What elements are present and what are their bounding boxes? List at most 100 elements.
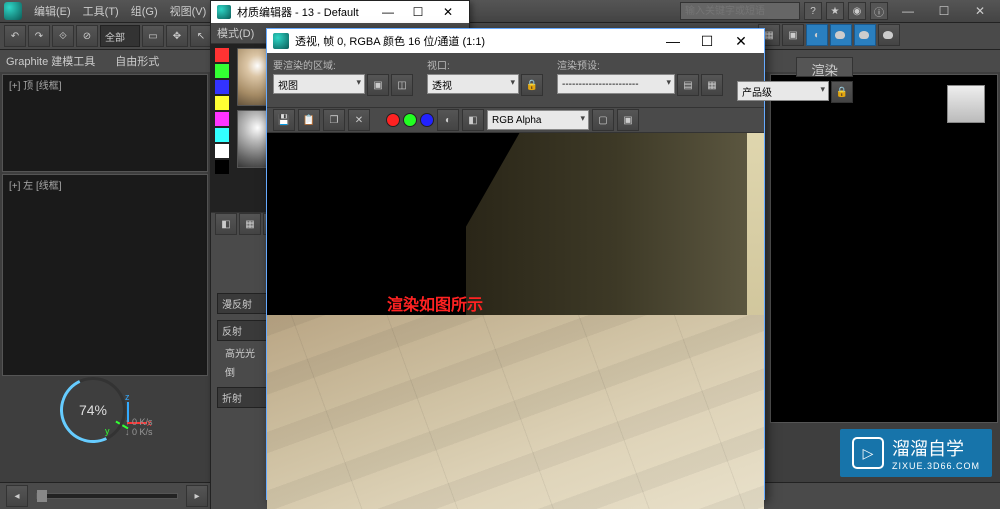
window-maximize[interactable]: ☐ bbox=[928, 2, 960, 20]
ribbon-tab-graphite[interactable]: Graphite 建模工具 bbox=[6, 53, 95, 69]
alpha-icon[interactable]: ◐ bbox=[437, 109, 459, 131]
menu-view[interactable]: 视图(V) bbox=[164, 3, 213, 19]
ribbon-tab-freeform[interactable]: 自由形式 bbox=[115, 53, 159, 69]
window-minimize[interactable]: — bbox=[892, 2, 924, 20]
preset-dropdown[interactable]: ----------------------- bbox=[557, 74, 675, 94]
viewport-top-label: [+] 顶 [线框] bbox=[9, 77, 62, 92]
channel-green-icon[interactable] bbox=[403, 113, 417, 127]
mat-close[interactable]: ✕ bbox=[433, 5, 463, 19]
filter-dropdown[interactable]: 全部 bbox=[100, 25, 140, 47]
menu-group[interactable]: 组(G) bbox=[125, 3, 164, 19]
render-frame-icon[interactable]: ▣ bbox=[782, 24, 804, 46]
menu-edit[interactable]: 编辑(E) bbox=[28, 3, 77, 19]
swatch-magenta[interactable] bbox=[215, 112, 229, 126]
viewport-front-label: [+] 左 [线框] bbox=[9, 177, 62, 192]
render-wall bbox=[466, 133, 764, 342]
swatch-blue[interactable] bbox=[215, 80, 229, 94]
toggle-a-icon[interactable]: ▢ bbox=[592, 109, 614, 131]
swatch-cyan[interactable] bbox=[215, 128, 229, 142]
clone-icon[interactable]: ❐ bbox=[323, 109, 345, 131]
window-close[interactable]: ✕ bbox=[964, 2, 996, 20]
mat-tool1-icon[interactable]: ◧ bbox=[215, 213, 237, 235]
color-swatches bbox=[215, 48, 233, 208]
area-label: 要渲染的区域: bbox=[273, 57, 413, 72]
material-editor-icon[interactable]: ◐ bbox=[806, 24, 828, 46]
swatch-white[interactable] bbox=[215, 144, 229, 158]
swatch-red[interactable] bbox=[215, 48, 229, 62]
render-settings-panel: 要渲染的区域: 视图 ▣ ◫ 视口: 透视 🔒 渲染预设: ----------… bbox=[267, 53, 764, 108]
rate-down: ↓ 0 K/s bbox=[125, 427, 153, 437]
lock2-icon[interactable]: 🔒 bbox=[831, 81, 853, 103]
teapot2-icon[interactable] bbox=[854, 24, 876, 46]
mat-minimize[interactable]: — bbox=[373, 5, 403, 19]
teapot3-icon[interactable] bbox=[878, 24, 900, 46]
star-icon[interactable]: ★ bbox=[826, 2, 844, 20]
swatch-black[interactable] bbox=[215, 160, 229, 174]
viewport-front[interactable]: [+] 左 [线框] z x y bbox=[2, 174, 208, 376]
render-close[interactable]: ✕ bbox=[724, 33, 758, 50]
watermark-brand: 溜溜自学 bbox=[892, 439, 964, 459]
preset-env-icon[interactable]: ▦ bbox=[701, 74, 723, 96]
progress-value: 74% bbox=[63, 380, 123, 440]
swatch-green[interactable] bbox=[215, 64, 229, 78]
globe-icon[interactable]: ◉ bbox=[848, 2, 866, 20]
render-title: 透视, 帧 0, RGBA 颜色 16 位/通道 (1:1) bbox=[295, 33, 485, 49]
move-icon[interactable]: ✥ bbox=[166, 25, 188, 47]
unlink-icon[interactable]: ⊘ bbox=[76, 25, 98, 47]
download-progress: 74% bbox=[60, 377, 126, 443]
watermark: ▷ 溜溜自学 ZIXUE.3D66.COM bbox=[840, 429, 992, 477]
preset-label: 渲染预设: bbox=[557, 57, 723, 72]
lock-icon[interactable]: 🔒 bbox=[521, 74, 543, 96]
copy-image-icon[interactable]: 📋 bbox=[298, 109, 320, 131]
render-minimize[interactable]: — bbox=[656, 33, 690, 49]
render-window: 透视, 帧 0, RGBA 颜色 16 位/通道 (1:1) — ☐ ✕ 要渲染… bbox=[266, 28, 765, 500]
viewport-perspective[interactable] bbox=[770, 74, 998, 423]
link-icon[interactable]: ⟐ bbox=[52, 25, 74, 47]
timeline-next-icon[interactable]: ▸ bbox=[186, 485, 208, 507]
redo-icon[interactable]: ↷ bbox=[28, 25, 50, 47]
area-crop-icon[interactable]: ◫ bbox=[391, 74, 413, 96]
toggle-b-icon[interactable]: ▣ bbox=[617, 109, 639, 131]
info-icon[interactable]: ⓘ bbox=[870, 2, 888, 20]
render-logo-icon bbox=[273, 33, 289, 49]
area-dropdown[interactable]: 视图 bbox=[273, 74, 365, 94]
viewcube-icon[interactable] bbox=[947, 85, 985, 123]
swatch-yellow[interactable] bbox=[215, 96, 229, 110]
channel-dropdown[interactable]: RGB Alpha bbox=[487, 110, 589, 130]
watermark-text: 溜溜自学 ZIXUE.3D66.COM bbox=[892, 435, 980, 471]
timeline-slider[interactable] bbox=[36, 493, 178, 499]
cursor-icon[interactable]: ↖ bbox=[190, 25, 212, 47]
teapot1-icon[interactable] bbox=[830, 24, 852, 46]
app-logo-icon[interactable] bbox=[4, 2, 22, 20]
render-action-group: 渲染 产品级 🔒 bbox=[737, 57, 853, 103]
viewport-top[interactable]: [+] 顶 [线框] bbox=[2, 74, 208, 172]
undo-icon[interactable]: ↶ bbox=[4, 25, 26, 47]
mono-icon[interactable]: ◧ bbox=[462, 109, 484, 131]
area-region-icon[interactable]: ▣ bbox=[367, 74, 389, 96]
render-maximize[interactable]: ☐ bbox=[690, 33, 724, 50]
save-image-icon[interactable]: 💾 bbox=[273, 109, 295, 131]
mat-maximize[interactable]: ☐ bbox=[403, 5, 433, 19]
channel-red-icon[interactable] bbox=[386, 113, 400, 127]
select-icon[interactable]: ▭ bbox=[142, 25, 164, 47]
clear-icon[interactable]: ✕ bbox=[348, 109, 370, 131]
search-input[interactable] bbox=[680, 2, 800, 20]
mat-menu-mode[interactable]: 模式(D) bbox=[217, 25, 254, 41]
render-button[interactable]: 渲染 bbox=[796, 57, 853, 77]
mat-tool2-icon[interactable]: ▦ bbox=[239, 213, 261, 235]
channel-blue-icon[interactable] bbox=[420, 113, 434, 127]
timeline-prev-icon[interactable]: ◂ bbox=[6, 485, 28, 507]
mat-title: 材质编辑器 - 13 - Default bbox=[237, 4, 359, 20]
render-wall-edge bbox=[747, 133, 764, 346]
mat-titlebar[interactable]: 材质编辑器 - 13 - Default — ☐ ✕ bbox=[211, 1, 469, 23]
product-dropdown[interactable]: 产品级 bbox=[737, 81, 829, 101]
viewport-dropdown[interactable]: 透视 bbox=[427, 74, 519, 94]
preset-config-icon[interactable]: ▤ bbox=[677, 74, 699, 96]
help-icon[interactable]: ? bbox=[804, 2, 822, 20]
render-toolbar: 💾 📋 ❐ ✕ ◐ ◧ RGB Alpha ▢ ▣ bbox=[267, 108, 764, 133]
viewport-group: 视口: 透视 🔒 bbox=[427, 57, 543, 103]
render-output-view[interactable]: 渲染如图所示 bbox=[267, 133, 764, 509]
render-titlebar[interactable]: 透视, 帧 0, RGBA 颜色 16 位/通道 (1:1) — ☐ ✕ bbox=[267, 29, 764, 53]
topbar-right: ? ★ ◉ ⓘ — ☐ ✕ bbox=[680, 2, 996, 20]
menu-tools[interactable]: 工具(T) bbox=[77, 3, 125, 19]
